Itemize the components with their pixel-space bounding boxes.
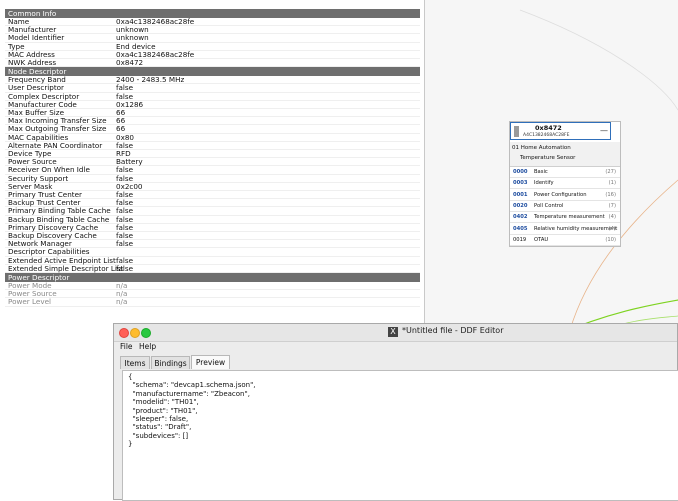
cluster-id: 0003 bbox=[513, 180, 528, 187]
property-row: Frequency Band 2400 - 2483.5 MHz bbox=[5, 75, 420, 85]
endpoint-profile: Home Automation bbox=[520, 145, 571, 151]
cluster-row[interactable]: 0001 Power Configuration (16) bbox=[510, 190, 620, 201]
maximize-window-button[interactable] bbox=[141, 328, 151, 338]
property-value: 0x8472 bbox=[116, 58, 144, 67]
json-line: "sleeper": false, bbox=[128, 415, 189, 423]
attribute-count: (1) bbox=[608, 180, 616, 187]
node-card-header[interactable]: 0x8472 A4C1382468AC28FE bbox=[510, 122, 611, 140]
property-row: Model Identifier unknown bbox=[5, 34, 420, 43]
json-line: "modelid": "TH01", bbox=[128, 398, 199, 407]
attribute-count: (16) bbox=[605, 191, 616, 198]
cluster-id: 0001 bbox=[513, 191, 528, 198]
cluster-row[interactable]: 0003 Identify (1) bbox=[510, 178, 620, 190]
close-window-button[interactable] bbox=[119, 328, 129, 338]
property-row: Manufacturer unknown bbox=[5, 25, 420, 35]
cluster-id: 0000 bbox=[513, 169, 528, 175]
ddf-editor-window[interactable]: X *Untitled file - DDF Editor File Help … bbox=[113, 323, 678, 501]
property-row: Security Support false bbox=[5, 174, 420, 183]
property-row: Power Mode n/a bbox=[5, 281, 420, 291]
menu-help[interactable]: Help bbox=[139, 342, 156, 351]
json-preview-pane[interactable]: { "schema": "devcap1.schema.json", "manu… bbox=[122, 370, 678, 501]
cluster-row[interactable]: 0402 Temperature measurement (4) bbox=[510, 212, 620, 224]
cluster-name: Relative humidity measurement bbox=[534, 225, 618, 232]
cluster-row[interactable]: 0020 Poll Control (7) bbox=[510, 201, 620, 212]
attribute-count: (10) bbox=[605, 236, 616, 243]
property-row: Extended Simple Descriptor List false bbox=[5, 263, 420, 273]
collapse-icon[interactable]: — bbox=[600, 127, 608, 135]
cluster-name: OTAU bbox=[534, 236, 549, 243]
property-row: Alternate PAN Coordinator false bbox=[5, 141, 420, 150]
json-line: "product": "TH01", bbox=[128, 406, 198, 415]
json-line: { bbox=[128, 373, 133, 381]
tab-items[interactable]: Items bbox=[120, 356, 150, 369]
cluster-row[interactable]: 0405 Relative humidity measurement (4) bbox=[510, 224, 620, 235]
cluster-id: 0019 bbox=[513, 236, 527, 243]
menu-bar: File Help bbox=[114, 341, 677, 353]
menu-file[interactable]: File bbox=[120, 342, 133, 351]
cluster-id: 0402 bbox=[513, 214, 528, 221]
node-nwk-address: 0x8472 bbox=[535, 124, 562, 132]
attribute-count: (4) bbox=[608, 225, 616, 232]
cluster-id: 0405 bbox=[513, 225, 528, 232]
app-icon: X bbox=[388, 327, 398, 337]
cluster-name: Basic bbox=[534, 169, 548, 175]
minimize-window-button[interactable] bbox=[130, 328, 140, 338]
cluster-name: Poll Control bbox=[534, 202, 564, 209]
json-line: } bbox=[128, 440, 133, 449]
property-row: MAC Address 0xa4c1382468ac28fe bbox=[5, 50, 420, 59]
section-node-descriptor[interactable]: Node Descriptor bbox=[5, 67, 420, 77]
title-bar[interactable]: X *Untitled file - DDF Editor bbox=[114, 324, 677, 342]
endpoint-id: 01 bbox=[512, 145, 519, 151]
cluster-row[interactable]: 0000 Basic (27) bbox=[510, 167, 620, 178]
attribute-count: (27) bbox=[605, 169, 616, 175]
cluster-row[interactable]: 0019 OTAU (10) bbox=[510, 235, 620, 246]
node-card[interactable]: 0x8472 A4C1382468AC28FE — 01 Home Automa… bbox=[509, 121, 621, 247]
json-line: "manufacturername": "Zbeacon", bbox=[128, 389, 250, 398]
property-key: Extended Simple Descriptor List bbox=[8, 263, 124, 273]
json-line: "subdevices": [] bbox=[128, 431, 189, 440]
section-power-descriptor[interactable]: Power Descriptor bbox=[5, 273, 420, 282]
json-line: "schema": "devcap1.schema.json", bbox=[128, 381, 256, 390]
property-value: n/a bbox=[116, 297, 128, 307]
property-row: Type End device bbox=[5, 42, 420, 51]
json-line: "status": "Draft", bbox=[128, 423, 192, 432]
attribute-count: (4) bbox=[608, 214, 616, 221]
tab-bar: Items Bindings Preview bbox=[114, 353, 677, 370]
property-row: Device Type RFD bbox=[5, 149, 420, 159]
property-row: Power Source n/a bbox=[5, 289, 420, 299]
tab-preview[interactable]: Preview bbox=[191, 355, 230, 369]
endpoint-section[interactable]: 01 Home Automation Temperature Sensor bbox=[510, 142, 620, 167]
property-row: Name 0xa4c1382468ac28fe bbox=[5, 17, 420, 27]
tab-bindings[interactable]: Bindings bbox=[151, 356, 190, 369]
property-row: NWK Address 0x8472 bbox=[5, 58, 420, 68]
property-key: Power Level bbox=[8, 297, 51, 307]
property-value: false bbox=[116, 239, 134, 249]
cluster-name: Power Configuration bbox=[534, 191, 587, 198]
property-row: Power Level n/a bbox=[5, 297, 420, 307]
section-common-info[interactable]: Common Info bbox=[5, 9, 420, 18]
cluster-id: 0020 bbox=[513, 202, 528, 209]
property-value: false bbox=[116, 263, 134, 273]
property-key: NWK Address bbox=[8, 58, 57, 67]
attribute-count: (7) bbox=[608, 202, 616, 209]
cluster-name: Temperature measurement bbox=[534, 214, 605, 221]
endpoint-device-type: Temperature Sensor bbox=[520, 155, 576, 161]
window-title: *Untitled file - DDF Editor bbox=[402, 326, 504, 335]
endpoint-header: 01 Home Automation bbox=[512, 145, 571, 151]
cluster-name: Identify bbox=[534, 180, 554, 187]
battery-icon bbox=[514, 126, 519, 137]
property-row: Manufacturer Code 0x1286 bbox=[5, 100, 420, 109]
node-mac-address: A4C1382468AC28FE bbox=[523, 133, 570, 138]
